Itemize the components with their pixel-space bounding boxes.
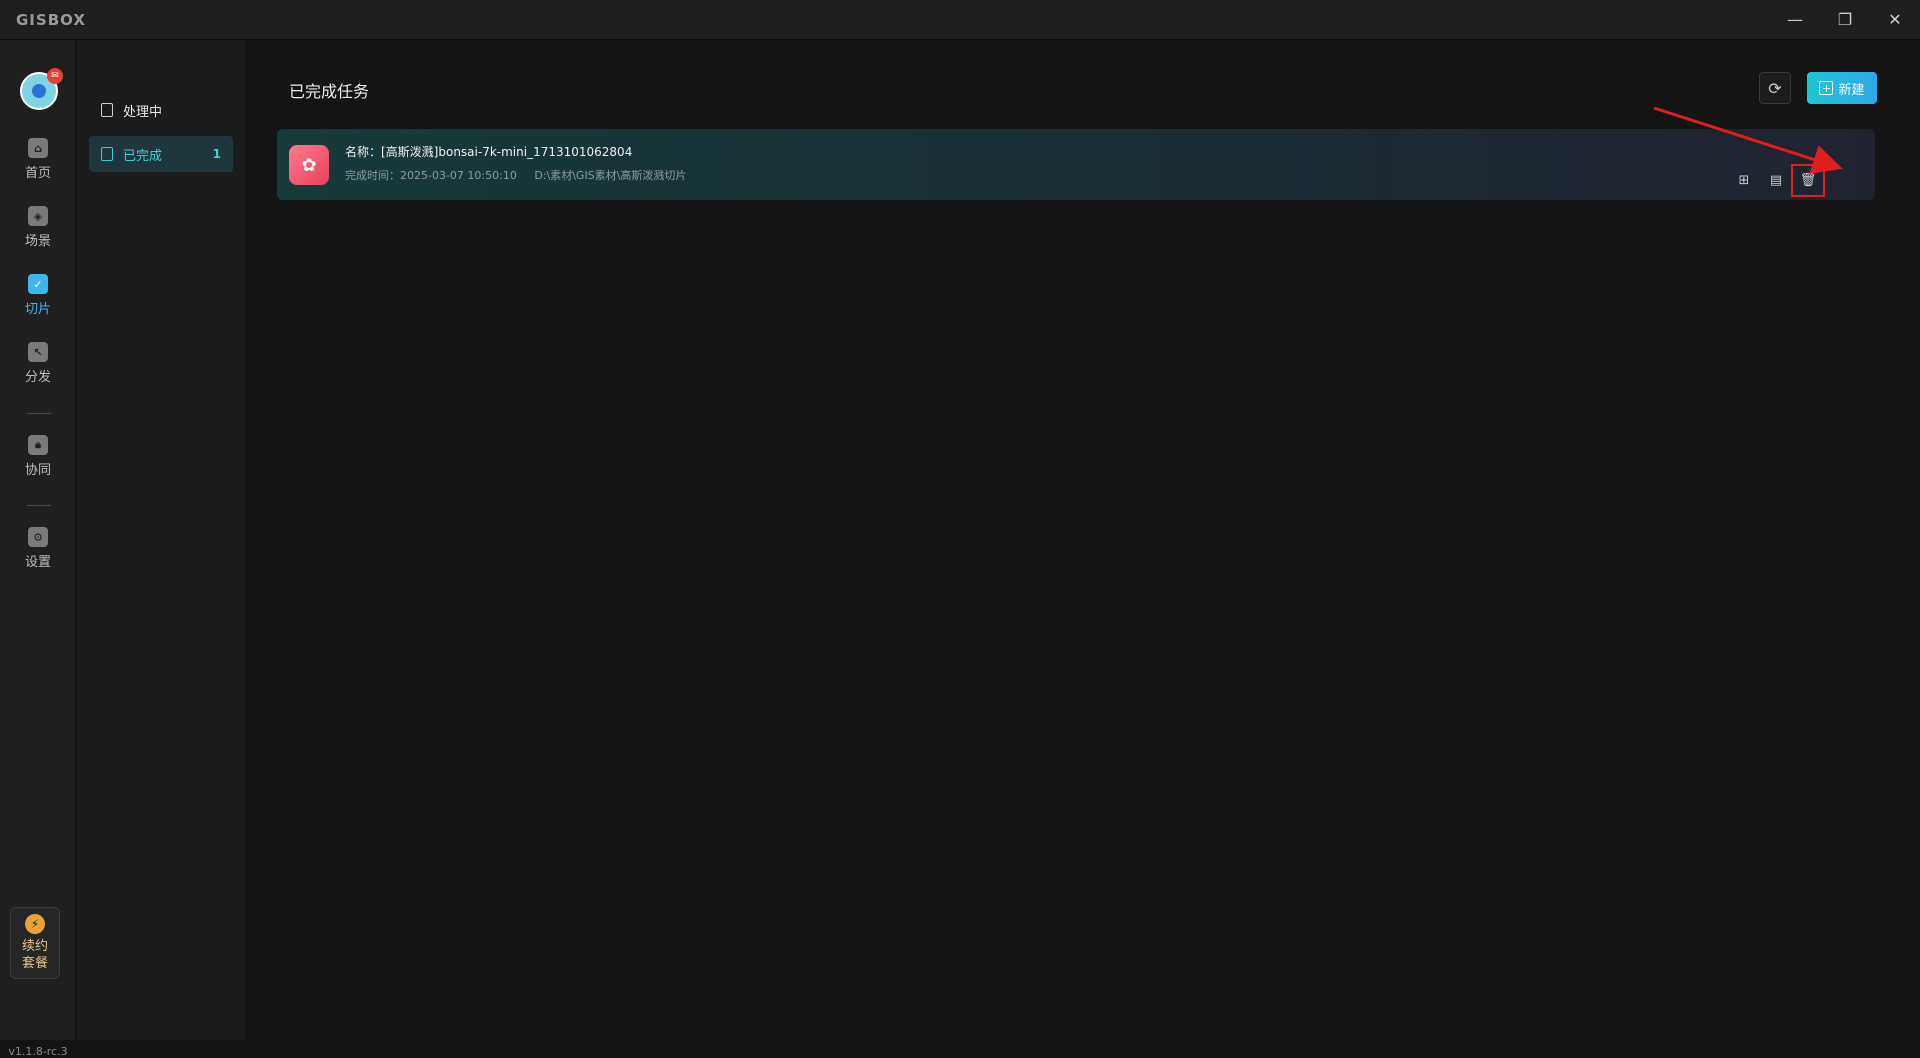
nav-item-slice[interactable]: ✓ 切片 <box>0 274 76 330</box>
minimize-button[interactable]: — <box>1770 0 1820 40</box>
refresh-icon: ⟳ <box>1768 78 1782 98</box>
user-icon <box>32 84 46 98</box>
nav-item-settings[interactable]: ⚙ 设置 <box>0 527 76 583</box>
new-task-button[interactable]: + 新建 <box>1807 72 1877 104</box>
title-bar: GISBOX — ❐ ✕ <box>0 0 1920 40</box>
view-structure-button[interactable]: ⊞ <box>1733 169 1755 191</box>
promo-label-1: 续约 <box>21 939 48 954</box>
version-label: v1.1.8-rc.3 <box>8 1045 68 1058</box>
restore-icon: ❐ <box>1837 10 1853 29</box>
nav-label: 设置 <box>24 555 51 570</box>
renew-plan-button[interactable]: ⚡︎ 续约 套餐 <box>10 907 60 979</box>
window-controls: — ❐ ✕ <box>1770 0 1920 40</box>
highlight-box <box>1791 164 1825 197</box>
sub-item-label: 已完成 <box>123 148 163 164</box>
nav-label: 分发 <box>24 370 51 385</box>
nav-label: 协同 <box>24 463 51 478</box>
scene-icon: ◈ <box>28 206 48 226</box>
nav-item-home[interactable]: ⌂ 首页 <box>0 138 76 194</box>
main-content: 已完成任务 ⟳ + 新建 ✿ 名称：[高斯泼溅]bonsai-7k-mini_1… <box>245 40 1920 1040</box>
message-badge-icon: ✉ <box>47 68 63 84</box>
task-card[interactable]: ✿ 名称：[高斯泼溅]bonsai-7k-mini_1713101062804 … <box>277 129 1875 200</box>
page-title: 已完成任务 <box>289 82 370 101</box>
slice-icon: ✓ <box>28 274 48 294</box>
close-icon: ✕ <box>1888 10 1902 29</box>
nav-divider <box>27 413 51 414</box>
nav-item-collab[interactable]: 🔒︎ 协同 <box>0 435 76 491</box>
archive-icon: ▤ <box>1769 172 1783 188</box>
nav-item-scene[interactable]: ◈ 场景 <box>0 206 76 262</box>
app-logo: GISBOX <box>16 10 86 29</box>
file-plus-icon <box>101 103 113 117</box>
task-meta: 完成时间：2025-03-07 10:50:10 D:\素材\GIS素材\高斯泼… <box>345 167 686 183</box>
promo-label-2: 套餐 <box>21 956 48 971</box>
distribute-icon: ↖ <box>28 342 48 362</box>
gaussian-splat-icon: ✿ <box>289 145 329 185</box>
refresh-button[interactable]: ⟳ <box>1759 72 1791 104</box>
sub-item-completed[interactable]: 已完成 1 <box>89 136 233 172</box>
sub-item-label: 处理中 <box>123 104 163 120</box>
restore-button[interactable]: ❐ <box>1820 0 1870 40</box>
nav-label: 场景 <box>24 234 51 249</box>
nav-label: 首页 <box>24 166 51 181</box>
close-button[interactable]: ✕ <box>1870 0 1920 40</box>
open-folder-button[interactable]: ▤ <box>1765 169 1787 191</box>
lock-icon: 🔒︎ <box>28 435 48 455</box>
home-icon: ⌂ <box>28 138 48 158</box>
task-name: 名称：[高斯泼溅]bonsai-7k-mini_1713101062804 <box>345 145 633 159</box>
minimize-icon: — <box>1787 10 1803 29</box>
left-nav: ✉ ⌂ 首页 ◈ 场景 ✓ 切片 ↖ 分发 🔒︎ 协同 ⚙ 设置 ⚡︎ 续约 套… <box>0 40 76 1058</box>
gear-icon: ⚙ <box>28 527 48 547</box>
lightning-icon: ⚡︎ <box>25 914 45 934</box>
structure-icon: ⊞ <box>1738 172 1750 188</box>
task-finish-time: 完成时间：2025-03-07 10:50:10 <box>345 169 517 182</box>
completed-count-badge: 1 <box>212 147 221 161</box>
sub-nav: 处理中 已完成 1 <box>77 40 245 1040</box>
sub-item-processing[interactable]: 处理中 <box>89 92 233 128</box>
nav-divider <box>27 505 51 506</box>
task-output-path: D:\素材\GIS素材\高斯泼溅切片 <box>534 169 687 182</box>
nav-item-distribute[interactable]: ↖ 分发 <box>0 342 76 398</box>
nav-label: 切片 <box>24 302 51 317</box>
plus-icon: + <box>1819 81 1834 95</box>
new-task-label: 新建 <box>1838 82 1865 98</box>
file-check-icon <box>101 147 113 161</box>
